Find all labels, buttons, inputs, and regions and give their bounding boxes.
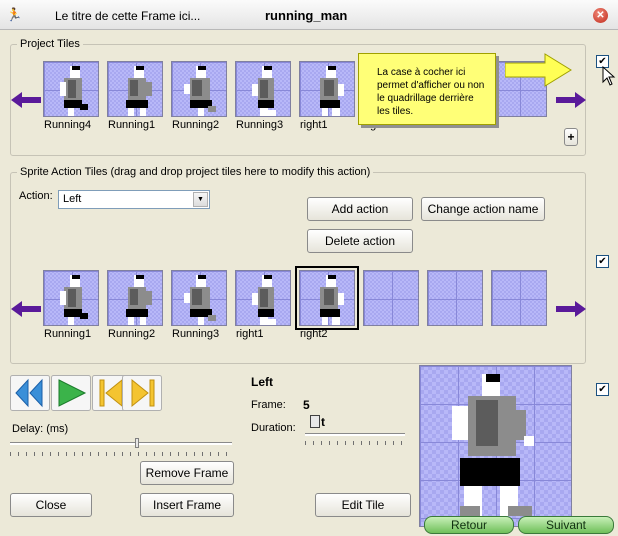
action-label: Action: — [19, 190, 53, 202]
frame-action-name: Left — [251, 375, 273, 389]
tile-label: right1 — [236, 328, 264, 340]
sprite-image — [60, 275, 88, 325]
preview-grid-checkbox[interactable]: ✔ — [596, 383, 609, 396]
delay-slider-ticks — [10, 452, 232, 456]
change-action-name-button[interactable]: Change action name — [421, 197, 545, 221]
tile[interactable] — [107, 270, 163, 326]
delay-slider-thumb[interactable] — [134, 438, 139, 448]
delay-slider-track[interactable] — [10, 442, 232, 445]
back-button[interactable]: Retour — [424, 516, 514, 534]
tile-label: Running1 — [44, 328, 92, 340]
next-button[interactable]: Suivant — [518, 516, 614, 534]
tile-label: Running3 — [172, 328, 220, 340]
right-arrow-icon[interactable] — [556, 300, 586, 318]
sprite-image — [252, 275, 276, 325]
mouse-cursor-icon — [602, 66, 616, 86]
tile-label: Running1 — [108, 119, 156, 131]
tile[interactable] — [43, 61, 99, 117]
duration-slider-ticks — [305, 441, 405, 445]
duration-slider-thumb[interactable] — [310, 415, 320, 428]
action-select-value: Left — [63, 193, 82, 205]
tile-label: Running4 — [44, 119, 92, 131]
duration-glyph: t — [321, 415, 325, 429]
left-arrow-icon[interactable] — [11, 91, 41, 109]
grid-tooltip: La case à cocher ici permet d'afficher o… — [358, 53, 496, 125]
play-icon[interactable] — [51, 375, 91, 411]
add-tile-button[interactable]: + — [564, 128, 578, 146]
sprite-image — [126, 275, 152, 325]
tooltip-pointer-arrow — [505, 53, 572, 87]
delete-action-button[interactable]: Delete action — [307, 229, 413, 253]
left-arrow-icon[interactable] — [11, 300, 41, 318]
title-bar: 🏃 Le titre de cette Frame ici... running… — [0, 0, 618, 30]
tile-label: right2 — [300, 328, 328, 340]
tile[interactable] — [235, 61, 291, 117]
right-arrow-icon[interactable] — [556, 91, 586, 109]
tile[interactable] — [43, 270, 99, 326]
action-select[interactable]: Left ▼ — [58, 190, 210, 209]
sprite-image — [184, 275, 216, 325]
rewind-icon[interactable] — [10, 375, 50, 411]
frame-value: 5 — [303, 398, 310, 412]
window-title: running_man — [265, 8, 348, 23]
action-tiles-label: Sprite Action Tiles (drag and drop proje… — [17, 166, 374, 178]
remove-frame-button[interactable]: Remove Frame — [140, 461, 234, 485]
action-grid-checkbox[interactable]: ✔ — [596, 255, 609, 268]
tile[interactable] — [235, 270, 291, 326]
sprite-image — [126, 66, 152, 116]
tile-label: Running3 — [236, 119, 284, 131]
close-button[interactable]: Close — [10, 493, 92, 517]
sprite-image — [252, 66, 276, 116]
tile[interactable] — [295, 266, 359, 330]
tile[interactable] — [491, 270, 547, 326]
sprite-image — [184, 66, 216, 116]
preview-sprite — [452, 374, 534, 516]
project-tiles-label: Project Tiles — [17, 38, 83, 50]
duration-slider-track[interactable] — [305, 433, 405, 436]
sprite-image — [60, 66, 88, 116]
duration-label: Duration: — [251, 422, 296, 434]
sprite-image — [320, 66, 344, 116]
running-man-icon: 🏃 — [6, 7, 23, 22]
tile[interactable] — [171, 61, 227, 117]
tile[interactable] — [171, 270, 227, 326]
last-frame-icon[interactable] — [122, 375, 162, 411]
sprite-preview — [419, 365, 572, 527]
close-window-button[interactable]: ✕ — [593, 8, 608, 23]
tile-label: Running2 — [172, 119, 220, 131]
frame-label: Frame: — [251, 399, 286, 411]
sprite-image — [320, 275, 344, 325]
insert-frame-button[interactable]: Insert Frame — [140, 493, 234, 517]
chevron-down-icon[interactable]: ▼ — [193, 192, 208, 207]
tile[interactable] — [299, 61, 355, 117]
edit-tile-button[interactable]: Edit Tile — [315, 493, 411, 517]
delay-label: Delay: (ms) — [12, 423, 69, 435]
tile-label: Running2 — [108, 328, 156, 340]
tile[interactable] — [427, 270, 483, 326]
window-subtitle: Le titre de cette Frame ici... — [55, 9, 201, 23]
tile[interactable] — [107, 61, 163, 117]
tile[interactable] — [363, 270, 419, 326]
add-action-button[interactable]: Add action — [307, 197, 413, 221]
